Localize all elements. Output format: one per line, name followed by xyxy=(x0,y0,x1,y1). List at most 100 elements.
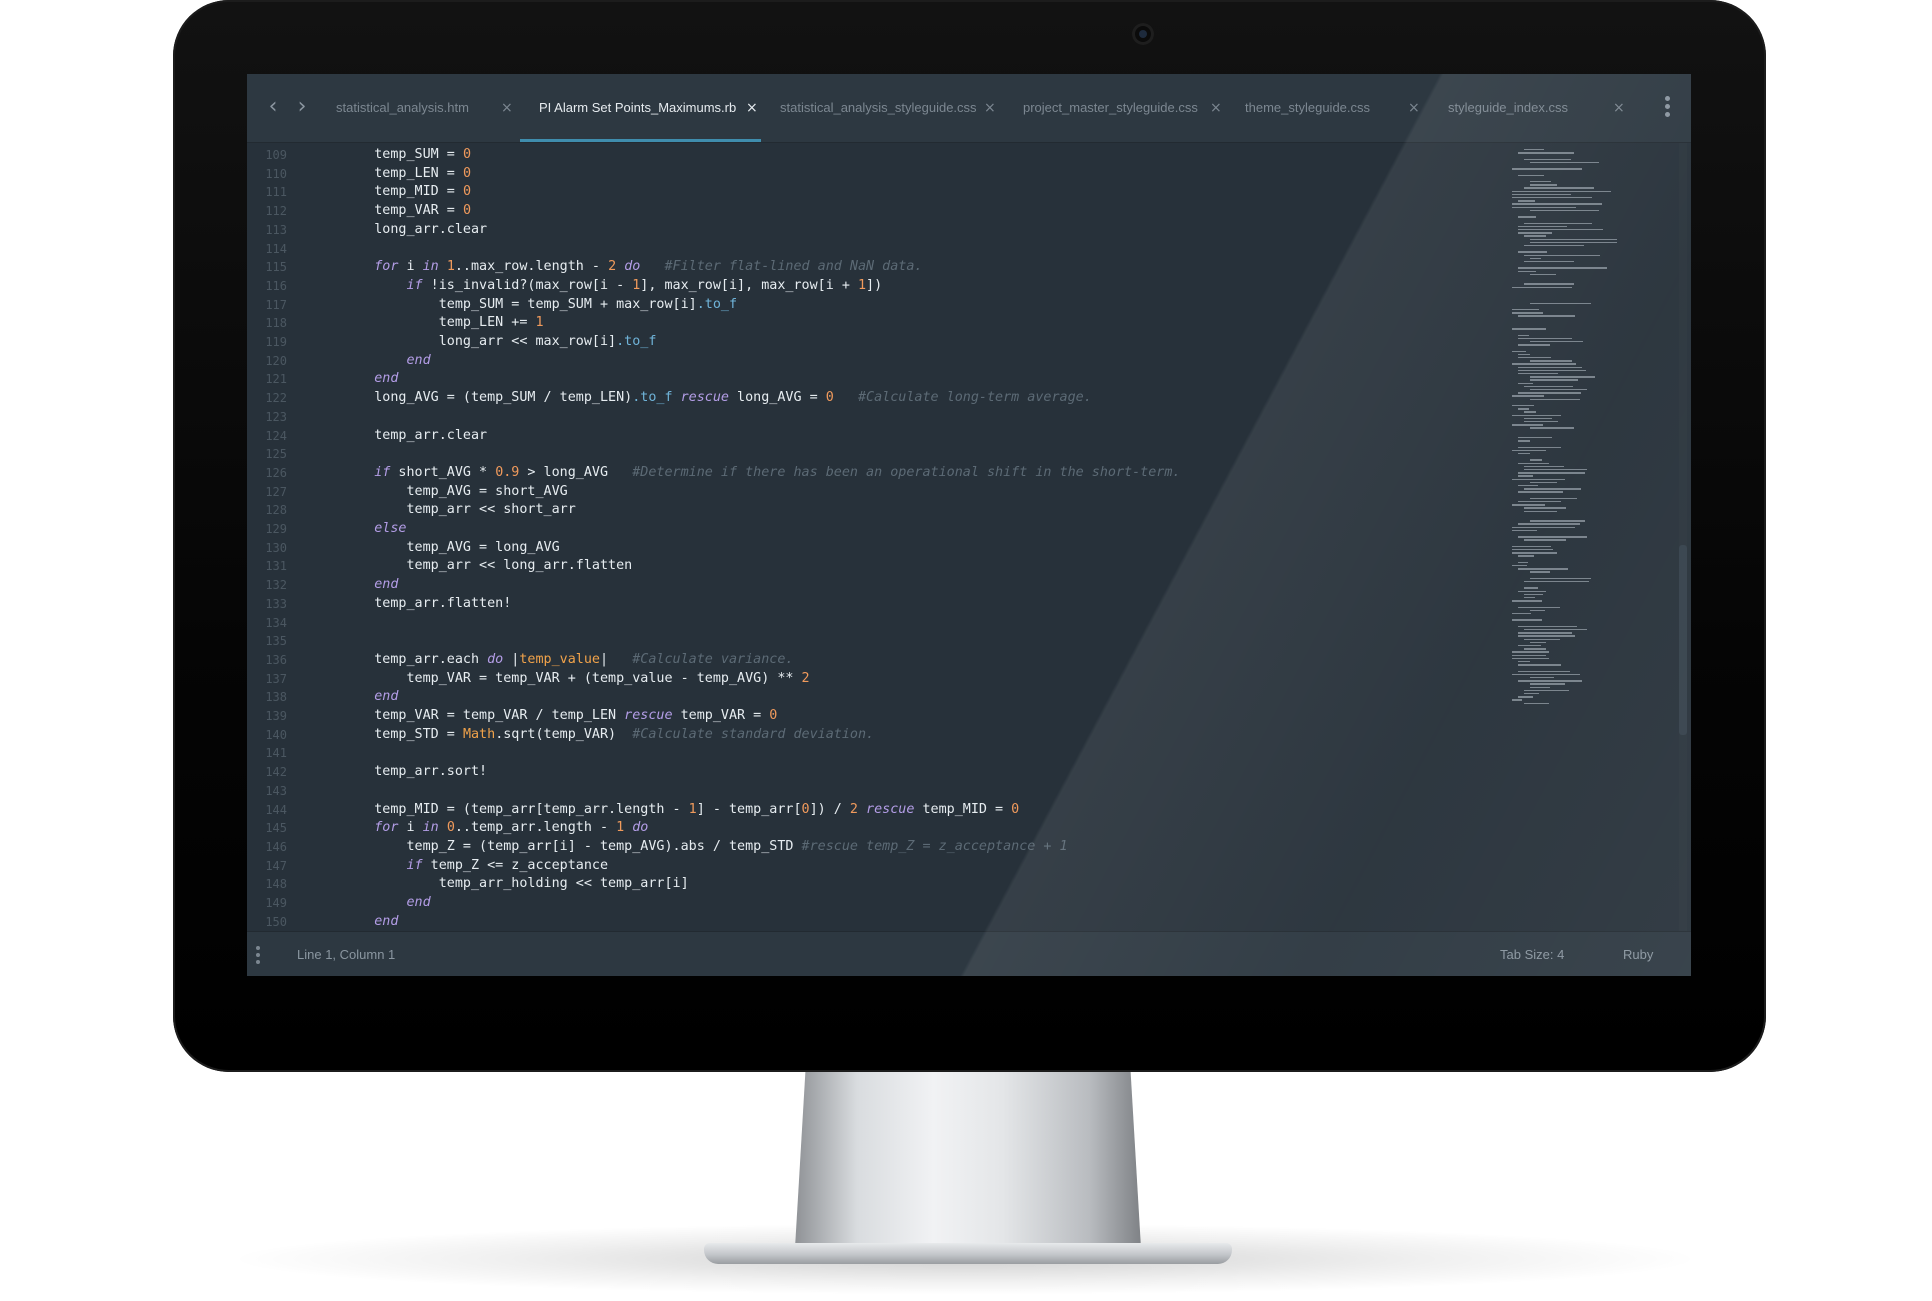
minimap-line xyxy=(1518,440,1530,442)
code-editor[interactable]: 109 temp_SUM = 0 110 temp_LEN = 0 111 temp… xyxy=(247,143,1691,931)
code-line[interactable]: 131 temp_arr << long_arr.flatten xyxy=(247,557,1497,576)
line-number: 134 xyxy=(265,615,287,630)
code-line[interactable]: 136 temp_arr.each do |temp_value| #Calcu… xyxy=(247,651,1497,670)
tab-statistical-analysis-styleguide[interactable]: statistical_analysis_styleguide.css × xyxy=(780,74,1002,142)
minimap-line xyxy=(1512,405,1534,407)
code-line[interactable]: 121 end xyxy=(247,370,1497,389)
code-line[interactable]: 141 xyxy=(247,744,1497,763)
code-line[interactable]: 127 temp_AVG = short_AVG xyxy=(247,483,1497,502)
code-line[interactable]: 138 end xyxy=(247,688,1497,707)
back-arrow-icon[interactable]: ‹ xyxy=(262,96,284,118)
minimap-line xyxy=(1518,315,1576,317)
line-number: 125 xyxy=(265,447,287,462)
minimap-line xyxy=(1530,497,1577,500)
code-line[interactable]: 133 temp_arr.flatten! xyxy=(247,595,1497,614)
line-number: 145 xyxy=(265,821,287,836)
code-line[interactable]: 112 temp_VAR = 0 xyxy=(247,202,1497,221)
close-icon[interactable]: × xyxy=(501,74,513,142)
monitor-stand-base xyxy=(704,1243,1232,1264)
cursor-position[interactable]: Line 1, Column 1 xyxy=(297,932,395,976)
tab-label: statistical_analysis_styleguide.css xyxy=(780,100,977,115)
code-line[interactable]: 142 temp_arr.sort! xyxy=(247,763,1497,782)
close-icon[interactable]: × xyxy=(984,74,996,142)
line-number: 149 xyxy=(265,896,287,910)
code-line[interactable]: 119 long_arr << max_row[i].to_f xyxy=(247,333,1497,352)
status-menu-icon[interactable] xyxy=(256,946,262,966)
line-number: 144 xyxy=(265,802,287,817)
minimap-line xyxy=(1512,328,1547,330)
minimap-line xyxy=(1518,472,1585,474)
minimap[interactable] xyxy=(1512,149,1624,709)
tab-theme-styleguide[interactable]: theme_styleguide.css × xyxy=(1245,74,1425,142)
minimap-line xyxy=(1530,302,1591,304)
code-line[interactable]: 132 end xyxy=(247,576,1497,595)
syntax-language[interactable]: Ruby xyxy=(1623,932,1653,976)
line-number: 141 xyxy=(265,746,287,761)
code-line[interactable]: 137 temp_VAR = temp_VAR + (temp_value - … xyxy=(247,670,1497,689)
line-number: 119 xyxy=(265,335,287,349)
code-line[interactable]: 145 for i in 0..temp_arr.length - 1 do xyxy=(247,819,1497,838)
minimap-line xyxy=(1512,526,1576,528)
code-line[interactable]: 123 xyxy=(247,408,1497,427)
minimap-line xyxy=(1512,193,1572,196)
tab-project-master-styleguide[interactable]: project_master_styleguide.css × xyxy=(1023,74,1223,142)
code-line[interactable]: 111 temp_MID = 0 xyxy=(247,183,1497,202)
minimap-line xyxy=(1512,309,1539,311)
close-icon[interactable]: × xyxy=(746,74,758,142)
code-text: temp_arr.each do |temp_value| #Calculate… xyxy=(374,651,794,667)
code-text: temp_arr.sort! xyxy=(374,764,488,780)
code-text: end xyxy=(406,352,431,368)
scrollbar-thumb[interactable] xyxy=(1679,545,1687,735)
tab-statistical-analysis-htm[interactable]: statistical_analysis.htm × xyxy=(336,74,516,142)
close-icon[interactable]: × xyxy=(1210,74,1222,142)
line-number: 131 xyxy=(265,559,287,574)
tab-styleguide-index[interactable]: styleguide_index.css × xyxy=(1448,74,1628,142)
minimap-line xyxy=(1512,312,1544,314)
code-line[interactable]: 110 temp_LEN = 0 xyxy=(247,165,1497,184)
minimap-line xyxy=(1512,197,1592,199)
code-line[interactable]: 140 temp_STD = Math.sqrt(temp_VAR) #Calc… xyxy=(247,726,1497,745)
code-line[interactable]: 117 temp_SUM = temp_SUM + max_row[i].to_… xyxy=(247,296,1497,315)
code-line[interactable]: 139 temp_VAR = temp_VAR / temp_LEN rescu… xyxy=(247,707,1497,726)
code-line[interactable]: 130 temp_AVG = long_AVG xyxy=(247,539,1497,558)
minimap-line xyxy=(1512,414,1562,416)
code-line[interactable]: 124 temp_arr.clear xyxy=(247,427,1497,446)
code-line[interactable]: 147 if temp_Z <= z_acceptance xyxy=(247,857,1497,876)
code-line[interactable]: 149 end xyxy=(247,894,1497,913)
forward-arrow-icon[interactable]: › xyxy=(291,96,313,118)
code-line[interactable]: 134 xyxy=(247,614,1497,633)
minimap-line xyxy=(1530,389,1587,391)
code-line[interactable]: 135 xyxy=(247,632,1497,651)
minimap-line xyxy=(1524,581,1589,583)
minimap-line xyxy=(1512,613,1531,615)
code-text: temp_AVG = long_AVG xyxy=(406,539,560,555)
code-line[interactable]: 148 temp_arr_holding << temp_arr[i] xyxy=(247,875,1497,894)
line-number: 147 xyxy=(265,858,287,873)
code-line[interactable]: 126 if short_AVG * 0.9 > long_AVG #Deter… xyxy=(247,464,1497,483)
code-line[interactable]: 116 if !is_invalid?(max_row[i - 1], max_… xyxy=(247,277,1497,296)
code-line[interactable]: 144 temp_MID = (temp_arr[temp_arr.length… xyxy=(247,801,1497,820)
code-line[interactable]: 114 xyxy=(247,240,1497,259)
code-text: end xyxy=(374,577,399,593)
tab-size-indicator[interactable]: Tab Size: 4 xyxy=(1500,932,1564,976)
code-line[interactable]: 143 xyxy=(247,782,1497,801)
code-line[interactable]: 109 temp_SUM = 0 xyxy=(247,146,1497,165)
code-line[interactable]: 118 temp_LEN += 1 xyxy=(247,314,1497,333)
line-number: 118 xyxy=(265,316,287,331)
code-line[interactable]: 125 xyxy=(247,445,1497,464)
code-line[interactable]: 129 else xyxy=(247,520,1497,539)
close-icon[interactable]: × xyxy=(1408,74,1420,142)
close-icon[interactable]: × xyxy=(1613,74,1625,142)
code-line[interactable]: 150 end xyxy=(247,913,1497,931)
code-line[interactable]: 122 long_AVG = (temp_SUM / temp_LEN).to_… xyxy=(247,389,1497,408)
tab-pi-alarm-set-points[interactable]: PI Alarm Set Points_Maximums.rb × xyxy=(539,74,761,142)
line-number: 146 xyxy=(265,839,287,854)
code-line[interactable]: 120 end xyxy=(247,352,1497,371)
code-line[interactable]: 128 temp_arr << short_arr xyxy=(247,501,1497,520)
code-line[interactable]: 113 long_arr.clear xyxy=(247,221,1497,240)
vertical-scrollbar[interactable] xyxy=(1679,143,1687,931)
code-line[interactable]: 115 for i in 1..max_row.length - 2 do #F… xyxy=(247,258,1497,277)
tab-overflow-menu-icon[interactable] xyxy=(1664,96,1672,120)
code-line[interactable]: 146 temp_Z = (temp_arr[i] - temp_AVG).ab… xyxy=(247,838,1497,857)
tab-label: project_master_styleguide.css xyxy=(1023,100,1198,115)
